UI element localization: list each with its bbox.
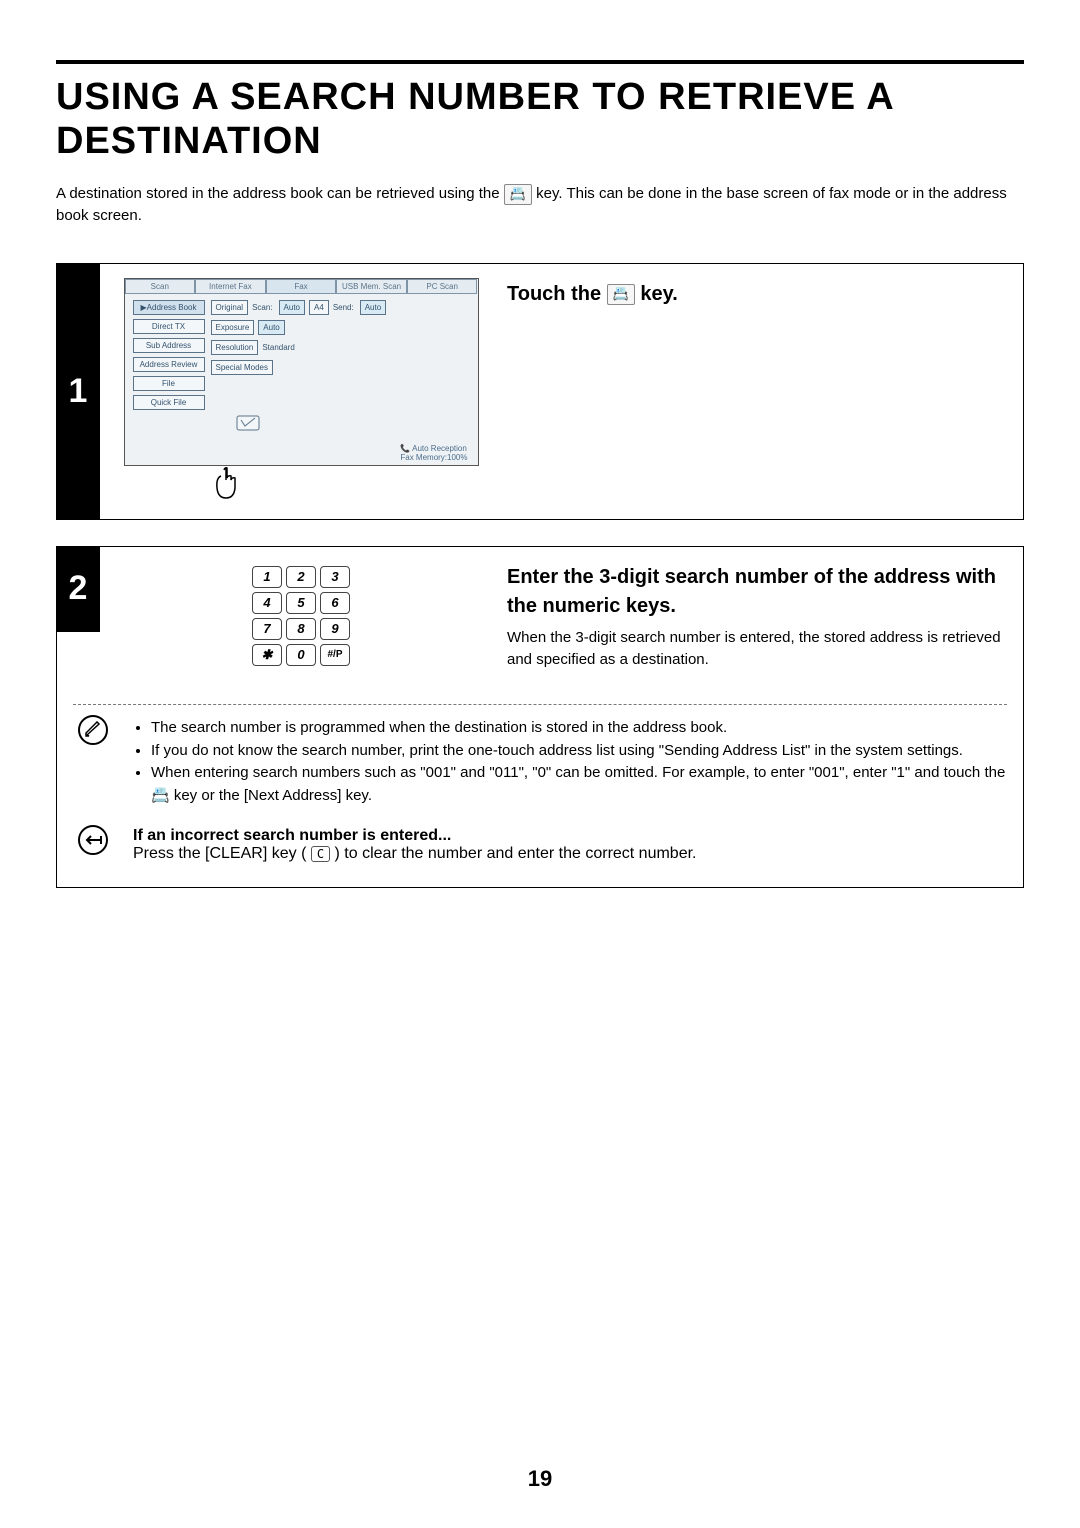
key-9[interactable]: 9 <box>320 618 350 640</box>
numeric-keypad: 1 2 3 4 5 6 7 8 9 ✱ 0 #/P <box>252 566 350 666</box>
key-hash-p[interactable]: #/P <box>320 644 350 666</box>
step-number-badge: 2 <box>56 546 100 632</box>
cancel-title: If an incorrect search number is entered… <box>133 827 1007 845</box>
key-4[interactable]: 4 <box>252 592 282 614</box>
sidebar-file[interactable]: File <box>133 376 205 391</box>
key-star[interactable]: ✱ <box>252 644 282 666</box>
sidebar-direct-tx[interactable]: Direct TX <box>133 319 205 334</box>
step-number-badge: 1 <box>56 263 100 520</box>
original-button[interactable]: Original <box>211 300 249 315</box>
note-item: If you do not know the search number, pr… <box>151 740 1007 763</box>
dashed-separator <box>73 704 1007 705</box>
cancel-block: If an incorrect search number is entered… <box>133 827 1007 863</box>
status-area: 📞 Auto Reception Fax Memory:100% <box>400 444 467 462</box>
clear-key-icon: C <box>311 846 330 862</box>
key-7[interactable]: 7 <box>252 618 282 640</box>
sidebar-sub-address[interactable]: Sub Address <box>133 338 205 353</box>
speed-dial-key-icon: 📇 <box>504 184 532 205</box>
page-size-icon: A4 <box>309 300 329 315</box>
key-8[interactable]: 8 <box>286 618 316 640</box>
sidebar-address-review[interactable]: Address Review <box>133 357 205 372</box>
exposure-button[interactable]: Exposure <box>211 320 255 335</box>
intro-before: A destination stored in the address book… <box>56 185 504 202</box>
note-item: When entering search numbers such as "00… <box>151 762 1007 807</box>
key-1[interactable]: 1 <box>252 566 282 588</box>
note-icon <box>78 715 108 745</box>
tab-internet-fax[interactable]: Internet Fax <box>195 279 266 294</box>
special-modes-button[interactable]: Special Modes <box>211 360 273 375</box>
top-rule <box>56 60 1024 64</box>
notes-block: The search number is programmed when the… <box>133 717 1007 807</box>
tab-scan[interactable]: Scan <box>125 279 196 294</box>
step-2: 2 1 2 3 4 5 6 7 8 9 ✱ 0 #/P Enter the 3-… <box>56 546 1024 889</box>
touch-panel-screenshot: Scan Internet Fax Fax USB Mem. Scan PC S… <box>124 278 479 466</box>
tab-pc-scan[interactable]: PC Scan <box>407 279 478 294</box>
cancel-text: Press the [CLEAR] key ( C ) to clear the… <box>133 845 1007 863</box>
key-3[interactable]: 3 <box>320 566 350 588</box>
speed-dial-button[interactable] <box>235 432 265 462</box>
intro-paragraph: A destination stored in the address book… <box>56 183 1024 227</box>
settings-area: Original Scan: Auto A4 Send: Auto Exposu… <box>211 300 470 410</box>
key-5[interactable]: 5 <box>286 592 316 614</box>
sidebar-address-book[interactable]: ▶Address Book <box>133 300 205 315</box>
step2-heading: Enter the 3-digit search number of the a… <box>507 563 1009 621</box>
resolution-button[interactable]: Resolution <box>211 340 259 355</box>
tab-usb-scan[interactable]: USB Mem. Scan <box>336 279 407 294</box>
step1-heading: Touch the 📇 key. <box>507 280 1009 309</box>
sidebar: ▶Address Book Direct TX Sub Address Addr… <box>133 300 205 410</box>
step-1: 1 Scan Internet Fax Fax USB Mem. Scan PC… <box>56 263 1024 520</box>
hand-pointer-icon <box>208 464 244 509</box>
key-2[interactable]: 2 <box>286 566 316 588</box>
key-6[interactable]: 6 <box>320 592 350 614</box>
sidebar-quick-file[interactable]: Quick File <box>133 395 205 410</box>
key-0[interactable]: 0 <box>286 644 316 666</box>
page-title: USING A SEARCH NUMBER TO RETRIEVE A DEST… <box>56 76 1024 163</box>
page-number: 19 <box>0 1466 1080 1492</box>
note-item: The search number is programmed when the… <box>151 717 1007 740</box>
cancel-icon <box>78 825 108 855</box>
step2-subtext: When the 3-digit search number is entere… <box>507 627 1009 671</box>
speed-dial-key-icon: 📇 <box>607 284 635 305</box>
tab-fax[interactable]: Fax <box>266 279 337 294</box>
